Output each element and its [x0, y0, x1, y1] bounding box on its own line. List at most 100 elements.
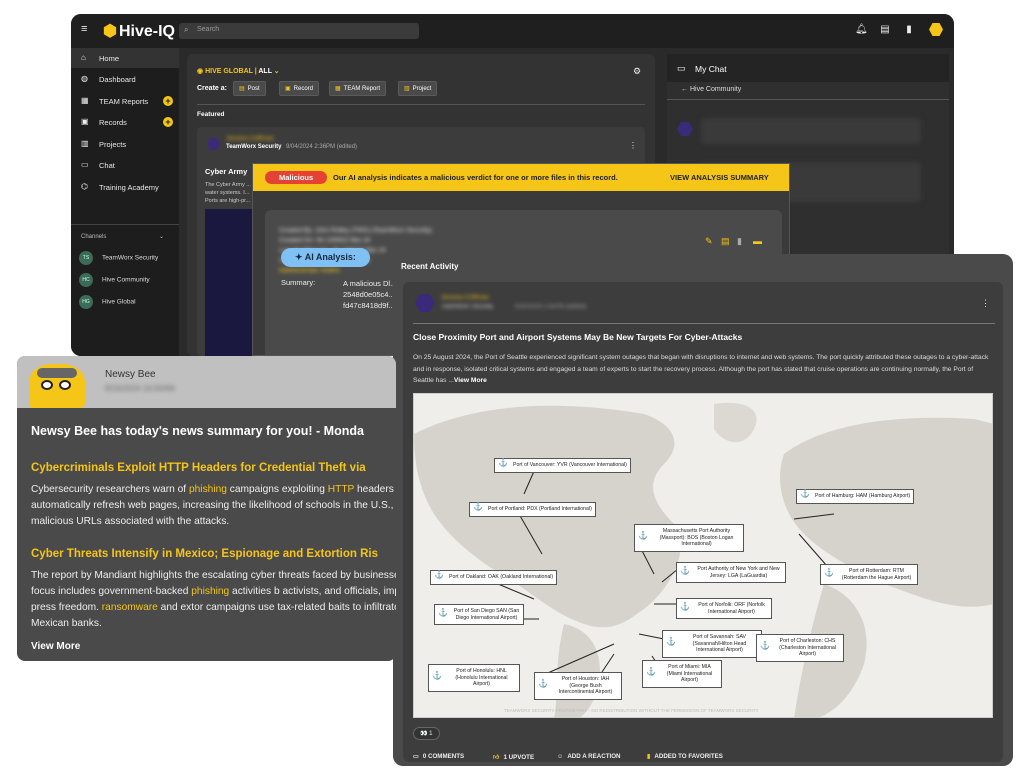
sidebar-item-dashboard[interactable]: ◍ Dashboard — [71, 69, 179, 89]
edit-icon[interactable]: ✎ — [705, 236, 713, 247]
post-org: TeamWorx Security — [441, 304, 493, 310]
author-avatar — [207, 138, 220, 150]
post-date: 9/30/2024 2:55PM (edited) — [515, 304, 587, 310]
view-more-link[interactable]: View More — [31, 641, 80, 652]
sidebar-item-projects[interactable]: ▥ Projects — [71, 134, 179, 154]
post-author: Jessica Coffman — [441, 294, 489, 301]
sidebar-item-team-reports[interactable]: ▦ TEAM Reports + — [71, 91, 179, 111]
newsy-header: Newsy Bee 9/16/2024 10:00AM — [17, 356, 396, 408]
post-image — [205, 209, 255, 356]
view-more-link[interactable]: View More — [454, 377, 487, 384]
post-icon: ▤ — [239, 86, 245, 92]
add-record-button[interactable]: + — [163, 117, 173, 127]
sidebar: ⌂ Home ◍ Dashboard ▦ TEAM Reports + ▣ Records… — [71, 48, 179, 356]
create-project-button[interactable]: ▥ Project — [398, 81, 438, 96]
user-avatar[interactable] — [929, 23, 943, 36]
thumbs-up-icon: 👍︎ — [493, 754, 500, 761]
gear-icon[interactable]: ⚙ — [633, 66, 641, 77]
port-label: Port of Vancouver: YVR (Vancouver Intern… — [494, 458, 631, 473]
back-arrow-icon[interactable]: ← — [681, 86, 690, 93]
newsy-bee-avatar — [29, 364, 85, 408]
newsy-name: Newsy Bee — [105, 369, 156, 380]
post-title: Close Proximity Port and Airport Systems… — [413, 332, 743, 342]
ai-analysis-button[interactable]: ✦ AI Analysis: — [281, 248, 370, 267]
view-analysis-summary-button[interactable]: VIEW ANALYSIS SUMMARY — [670, 173, 769, 182]
notifications-bell-icon[interactable]: 🔔︎ — [855, 24, 868, 36]
reaction-chip[interactable]: 👀 1 — [413, 727, 440, 740]
scope-selector[interactable]: ◉ HIVE GLOBAL | ALL ⌄ — [197, 67, 280, 75]
port-label: Port of Hamburg: HAM (Hamburg Airport) — [796, 489, 915, 504]
create-label: Create a: — [197, 85, 227, 92]
channel-avatar: TS — [79, 251, 93, 265]
post-date: 9/04/2024 2:36PM (edited) — [286, 144, 358, 150]
post-body: On 25 August 2024, the Port of Seattle e… — [413, 354, 989, 384]
activity-post-card[interactable]: Jessica Coffman TeamWorx Security 9/30/2… — [403, 282, 1003, 762]
port-label: Port of Houston: IAH (George Bush Interc… — [534, 672, 622, 700]
alert-message: Our AI analysis indicates a malicious ve… — [333, 173, 618, 182]
divider — [197, 104, 645, 105]
author-avatar — [415, 294, 435, 312]
home-icon: ⌂ — [81, 53, 86, 62]
favorites-button[interactable]: ▮ ADDED TO FAVORITES — [647, 753, 723, 760]
port-label: Massachusetts Port Authority (Massport):… — [634, 524, 744, 552]
post-title: Cyber Army — [205, 167, 248, 176]
sidebar-item-records[interactable]: ▣ Records + — [71, 112, 179, 132]
delete-icon[interactable]: ▬ — [753, 236, 762, 246]
record-icon: ▣ — [285, 86, 291, 92]
post-author: Jessica Coffman — [226, 135, 274, 142]
clipboard-icon[interactable]: ▤ — [879, 24, 891, 36]
recent-activity-header: Recent Activity — [401, 262, 459, 271]
hamburger-menu-icon[interactable]: ≡ — [81, 23, 87, 35]
comment-icon: ▭ — [413, 753, 419, 760]
bookmark-icon[interactable]: ▮ — [737, 236, 742, 247]
sidebar-item-training-academy[interactable]: ⌬ Training Academy — [71, 177, 179, 197]
chat-message — [701, 118, 921, 144]
news-story-title[interactable]: Cybercriminals Exploit HTTP Headers for … — [31, 462, 366, 474]
bookmark-icon[interactable]: ▮ — [903, 24, 915, 36]
more-options-icon[interactable]: ⋮ — [629, 141, 637, 150]
map-watermark: TEAMWORX SECURITY PROPRIETARY - NO REDIS… — [504, 708, 759, 713]
port-label: Port of Rotterdam: RTM (Rotterdam the Ha… — [820, 564, 918, 585]
more-options-icon[interactable]: ⋮ — [981, 298, 990, 309]
comments-button[interactable]: ▭ 0 COMMENTS — [413, 753, 464, 760]
upvote-button[interactable]: 👍︎ 1 UPVOTE — [493, 753, 534, 761]
project-icon: ▥ — [404, 86, 410, 92]
alert-banner: Malicious Our AI analysis indicates a ma… — [253, 164, 789, 191]
channel-avatar: HC — [79, 273, 93, 287]
associated-tasks-label: ASSOCIATED TASKS — [279, 268, 340, 274]
hive-icon: ◉ — [197, 68, 206, 75]
chat-header: ▭ My Chat — [667, 54, 949, 82]
channel-item[interactable]: TS TeamWorx Security — [79, 251, 158, 265]
document-icon[interactable]: ▤ — [721, 236, 730, 247]
chat-icon: ▭ — [677, 63, 686, 73]
port-label: Port of Honolulu: HNL (Honolulu Internat… — [428, 664, 520, 692]
newsy-date: 9/16/2024 10:00AM — [105, 384, 175, 393]
create-post-button[interactable]: ▤ Post — [233, 81, 266, 96]
newsy-bee-panel: Newsy Bee 9/16/2024 10:00AM Newsy Bee ha… — [17, 356, 396, 661]
ports-world-map: Port of Vancouver: YVR (Vancouver Intern… — [413, 393, 993, 718]
records-icon: ▣ — [81, 117, 89, 126]
app-logo[interactable]: ⬢ Hive-IQ — [103, 21, 175, 41]
add-team-report-button[interactable]: + — [163, 96, 173, 106]
divider — [71, 224, 179, 225]
port-label: Port of Charleston: CHS (Charleston Inte… — [756, 634, 844, 662]
create-record-button[interactable]: ▣ Record — [279, 81, 320, 96]
port-label: Port of Oakland: OAK (Oakland Internatio… — [430, 570, 558, 585]
sidebar-item-chat[interactable]: ▭ Chat — [71, 155, 179, 175]
channels-header[interactable]: Channels ⌄ — [81, 234, 164, 240]
news-story-title[interactable]: Cyber Threats Intensify in Mexico; Espio… — [31, 548, 378, 560]
sidebar-item-home[interactable]: ⌂ Home — [71, 48, 179, 68]
search-input[interactable]: ⌕ Search — [179, 23, 419, 39]
report-icon: ▦ — [335, 86, 341, 92]
channel-item[interactable]: HG Hive Global — [79, 295, 136, 309]
newsy-headline: Newsy Bee has today's news summary for y… — [31, 424, 364, 438]
chat-channel-bar[interactable]: ← Hive Community — [667, 82, 949, 100]
add-reaction-button[interactable]: ☺ ADD A REACTION — [557, 753, 621, 760]
create-team-report-button[interactable]: ▦ TEAM Report — [329, 81, 387, 96]
port-label: Port of Miami: MIA (Miami International … — [642, 660, 722, 688]
channel-item[interactable]: HC Hive Community — [79, 273, 150, 287]
chat-icon: ▭ — [81, 160, 89, 169]
news-story-body: The report by Mandiant highlights the es… — [31, 570, 396, 629]
port-label: Port of San Diego SAN (San Diego Interna… — [434, 604, 524, 625]
divider — [413, 323, 995, 324]
